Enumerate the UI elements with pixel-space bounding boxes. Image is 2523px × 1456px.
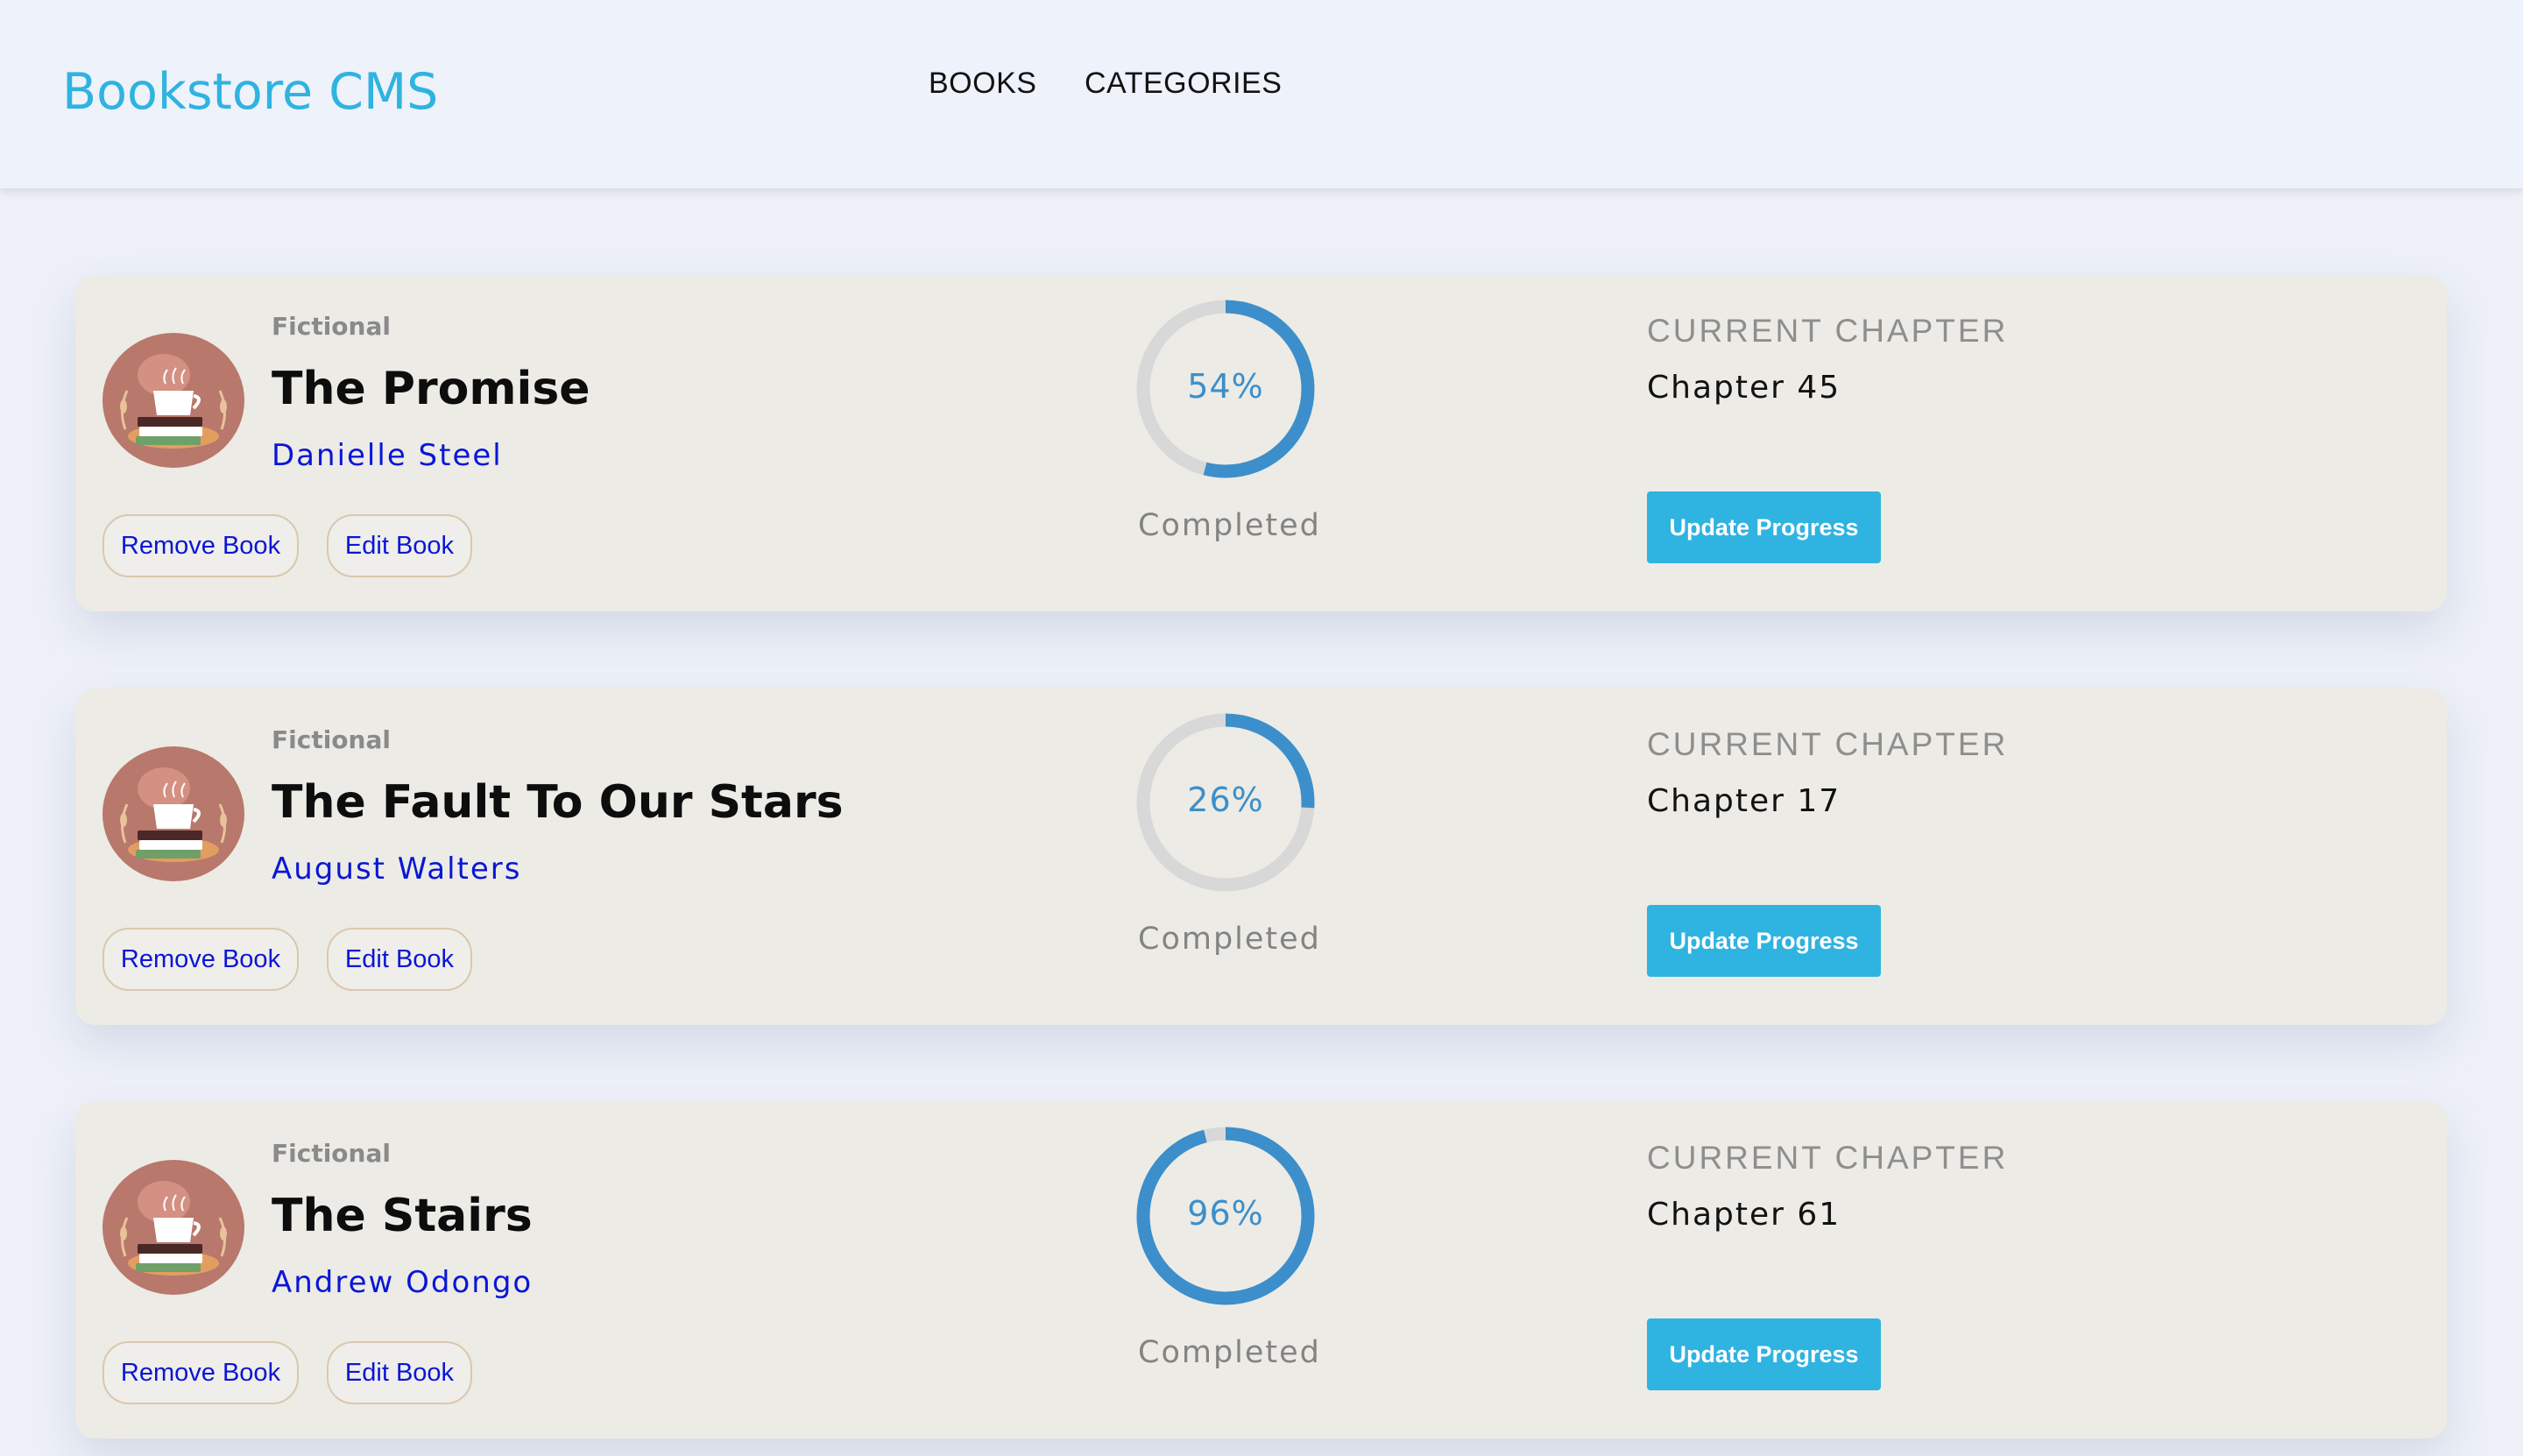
app-header: Bookstore CMS BOOKS CATEGORIES xyxy=(0,0,2523,188)
current-chapter-label: CURRENT CHAPTER xyxy=(1647,1140,2009,1176)
progress-percent: 54% xyxy=(1187,367,1264,406)
book-title: The Fault To Our Stars xyxy=(272,776,844,829)
current-chapter-label: CURRENT CHAPTER xyxy=(1647,313,2009,349)
current-chapter-value: Chapter 45 xyxy=(1647,370,1841,406)
current-chapter-value: Chapter 61 xyxy=(1647,1197,1841,1233)
completed-label: Completed xyxy=(1138,508,1321,543)
nav-books-link[interactable]: BOOKS xyxy=(929,67,1036,101)
book-author[interactable]: August Walters xyxy=(272,852,521,887)
book-card: Fictional The Stairs Andrew Odongo Remov… xyxy=(75,1102,2447,1438)
book-author[interactable]: Andrew Odongo xyxy=(272,1265,533,1300)
progress-percent: 26% xyxy=(1187,781,1264,819)
completed-label: Completed xyxy=(1138,1335,1321,1370)
coffee-books-avatar-icon xyxy=(102,746,244,881)
coffee-books-avatar-icon xyxy=(102,333,244,468)
update-progress-button[interactable]: Update Progress xyxy=(1647,491,1881,563)
nav-categories-link[interactable]: CATEGORIES xyxy=(1085,67,1282,101)
book-genre: Fictional xyxy=(272,312,391,341)
brand-logo[interactable]: Bookstore CMS xyxy=(62,63,438,121)
remove-book-button[interactable]: Remove Book xyxy=(102,514,299,577)
book-card: Fictional The Fault To Our Stars August … xyxy=(75,689,2447,1025)
book-author[interactable]: Danielle Steel xyxy=(272,438,503,473)
edit-book-button[interactable]: Edit Book xyxy=(327,1341,472,1404)
edit-book-button[interactable]: Edit Book xyxy=(327,928,472,991)
current-chapter-value: Chapter 17 xyxy=(1647,783,1841,819)
book-genre: Fictional xyxy=(272,725,391,754)
current-chapter-label: CURRENT CHAPTER xyxy=(1647,726,2009,762)
update-progress-button[interactable]: Update Progress xyxy=(1647,1318,1881,1390)
remove-book-button[interactable]: Remove Book xyxy=(102,928,299,991)
coffee-books-avatar-icon xyxy=(102,1160,244,1295)
book-title: The Stairs xyxy=(272,1190,533,1242)
edit-book-button[interactable]: Edit Book xyxy=(327,514,472,577)
book-title: The Promise xyxy=(272,363,590,415)
update-progress-button[interactable]: Update Progress xyxy=(1647,905,1881,977)
remove-book-button[interactable]: Remove Book xyxy=(102,1341,299,1404)
book-genre: Fictional xyxy=(272,1139,391,1168)
progress-percent: 96% xyxy=(1187,1194,1264,1233)
completed-label: Completed xyxy=(1138,922,1321,957)
book-card: Fictional The Promise Danielle Steel Rem… xyxy=(75,275,2447,611)
